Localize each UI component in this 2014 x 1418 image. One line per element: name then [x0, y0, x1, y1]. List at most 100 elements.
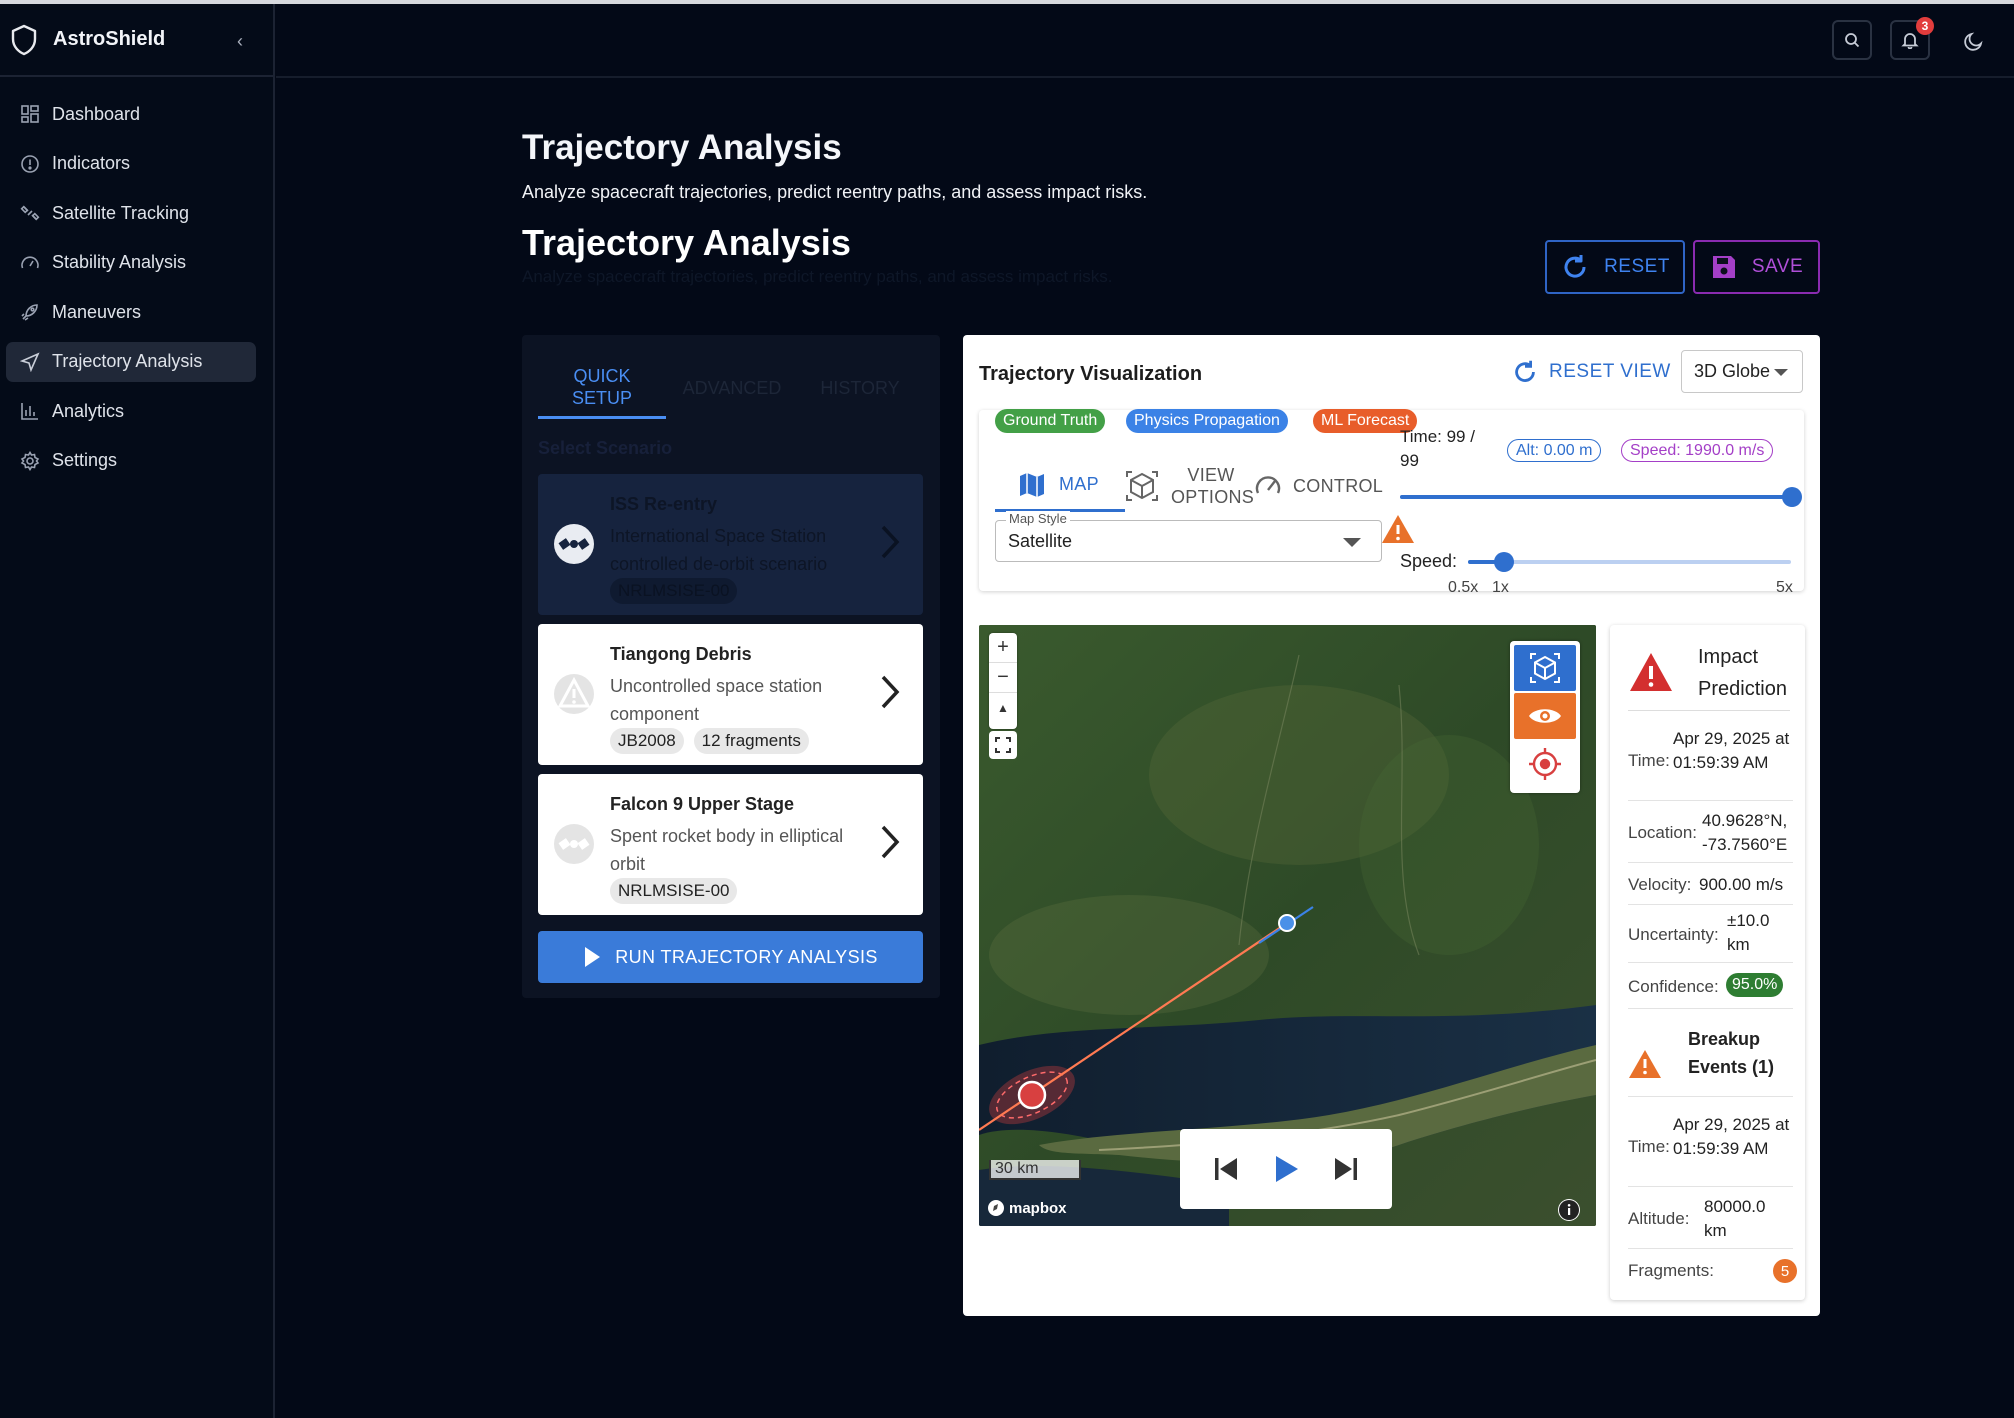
eye-icon[interactable]: [1514, 693, 1576, 739]
sidebar-item-maneuvers[interactable]: Maneuvers: [6, 292, 256, 332]
legend-physics-propagation: Physics Propagation: [1126, 409, 1288, 433]
warning-icon: [1382, 515, 1414, 543]
map-zoom-controls: + − ▲: [989, 633, 1017, 729]
view-mode-value: 3D Globe: [1694, 361, 1771, 381]
view-mode-select[interactable]: 3D Globe: [1681, 350, 1803, 393]
impact-uncertainty-row: Uncertainty: ±10.0 km: [1628, 909, 1793, 963]
reset-label: RESET: [1604, 256, 1670, 277]
model-chip: JB2008: [610, 728, 684, 754]
model-chip: NRLMSISE-00: [610, 578, 738, 604]
tab-history[interactable]: HISTORY: [796, 357, 924, 419]
target-icon[interactable]: [1514, 741, 1576, 787]
scenario-card-tiangong-debris[interactable]: Tiangong Debris Uncontrolled space stati…: [538, 624, 923, 765]
sidebar-item-label: Satellite Tracking: [52, 202, 190, 223]
map-icon: [1020, 472, 1044, 497]
legend-ground-truth: Ground Truth: [995, 409, 1106, 433]
skip-previous-icon[interactable]: [1212, 1156, 1240, 1182]
notification-count-badge: 3: [1916, 17, 1934, 35]
run-label: RUN TRAJECTORY ANALYSIS: [615, 946, 878, 967]
time-readout: Time: 99 / 99: [1400, 427, 1475, 470]
sidebar-item-stability-analysis[interactable]: Stability Analysis: [6, 243, 256, 283]
sidebar-item-satellite-tracking[interactable]: Satellite Tracking: [6, 193, 256, 233]
warning-icon: [554, 674, 594, 714]
speed-slider-track[interactable]: [1468, 560, 1791, 564]
impact-velocity-row: Velocity: 900.00 m/s: [1628, 869, 1793, 905]
satellite-map[interactable]: + − ▲ 30 km mapbox: [979, 625, 1596, 1226]
mapbox-icon: [988, 1200, 1004, 1216]
fragments-chip: 12 fragments: [693, 728, 809, 754]
model-chip: NRLMSISE-00: [610, 878, 738, 904]
sidebar-item-dashboard[interactable]: Dashboard: [6, 94, 256, 134]
zoom-out-icon[interactable]: −: [989, 663, 1017, 693]
search-button[interactable]: [1832, 20, 1872, 60]
sidebar-item-settings[interactable]: Settings: [6, 441, 256, 481]
gear-icon: [20, 450, 40, 471]
tab-map[interactable]: MAP: [995, 460, 1125, 512]
rocket-icon: [20, 302, 40, 322]
search-icon: [1845, 33, 1860, 48]
scenario-description: Spent rocket body in elliptical orbit: [610, 826, 844, 874]
scenario-card-falcon9-upper-stage[interactable]: Falcon 9 Upper Stage Spent rocket body i…: [538, 774, 923, 915]
fullscreen-icon[interactable]: [989, 731, 1017, 759]
app-name: AstroShield: [53, 28, 166, 50]
tab-advanced[interactable]: ADVANCED: [668, 357, 796, 419]
speed-slider-thumb[interactable]: [1493, 552, 1514, 572]
play-icon[interactable]: [1272, 1154, 1300, 1184]
map-tool-buttons: [1510, 641, 1580, 793]
scenario-panel: QUICK SETUP ADVANCED HISTORY Select Scen…: [522, 335, 940, 998]
scenario-description: Uncontrolled space station component: [610, 676, 823, 724]
moon-icon[interactable]: [1961, 28, 1987, 54]
tab-control[interactable]: CONTROL: [1253, 460, 1393, 512]
speed-chip: Speed: 1990.0 m/s: [1621, 439, 1774, 462]
dashboard-icon: [20, 104, 40, 124]
3d-view-icon[interactable]: [1514, 645, 1576, 691]
speedometer-icon: [1255, 476, 1281, 494]
floppy-disk-icon: [1712, 256, 1735, 278]
tab-quick-setup[interactable]: QUICK SETUP: [538, 357, 666, 419]
refresh-icon: [1515, 360, 1535, 382]
sidebar-item-label: Analytics: [52, 400, 125, 421]
reset-view-button[interactable]: RESET VIEW: [1511, 355, 1671, 389]
confidence-chip: 95.0%: [1726, 973, 1784, 997]
alert-circle-icon: [20, 154, 40, 174]
scenario-tabs: QUICK SETUP ADVANCED HISTORY: [538, 357, 924, 419]
impact-prediction-panel: Impact Prediction Time: Apr 29, 2025 at …: [1610, 625, 1805, 1300]
chevron-down-icon: [1774, 369, 1788, 376]
reset-button[interactable]: RESET: [1545, 240, 1685, 294]
scenario-card-iss-reentry[interactable]: ISS Re-entry International Space Station…: [538, 474, 923, 615]
refresh-icon: [1564, 255, 1586, 278]
tab-view-options[interactable]: VIEW OPTIONS: [1125, 460, 1255, 512]
collapse-sidebar-icon[interactable]: ‹: [230, 26, 250, 56]
section-subtitle: Analyze spacecraft trajectories, predict…: [522, 267, 1113, 286]
warning-icon: [1629, 1050, 1661, 1078]
save-button[interactable]: SAVE: [1693, 240, 1820, 294]
scenario-tags: NRLMSISE-00: [610, 578, 738, 604]
sidebar-item-indicators[interactable]: Indicators: [6, 144, 256, 184]
zoom-in-icon[interactable]: +: [989, 633, 1017, 663]
run-trajectory-analysis-button[interactable]: RUN TRAJECTORY ANALYSIS: [538, 931, 923, 983]
map-style-select[interactable]: Map Style Satellite: [995, 511, 1382, 562]
map-style-value: Satellite: [1008, 531, 1073, 551]
trajectory-visualization-panel: Trajectory Visualization RESET VIEW 3D G…: [963, 335, 1820, 1316]
bar-chart-icon: [20, 401, 40, 421]
skip-next-icon[interactable]: [1332, 1156, 1360, 1182]
top-header: 3: [276, 4, 2014, 78]
impact-title: Impact Prediction: [1698, 646, 1787, 700]
notifications-button[interactable]: 3: [1890, 17, 1934, 60]
fragments-badge: 5: [1773, 1259, 1797, 1283]
current-position-marker[interactable]: [1278, 914, 1296, 932]
impact-point-marker[interactable]: [1017, 1080, 1047, 1110]
time-slider-thumb[interactable]: [1782, 487, 1802, 507]
send-icon: [20, 351, 40, 372]
sidebar-nav: Dashboard Indicators Satellite Tracking …: [6, 94, 256, 490]
viz-title: Trajectory Visualization: [979, 363, 1203, 385]
scenario-description: International Space Station controlled d…: [610, 526, 828, 574]
sidebar-item-trajectory-analysis[interactable]: Trajectory Analysis: [6, 341, 256, 382]
satellite-icon: [554, 824, 594, 864]
info-icon[interactable]: [1558, 1199, 1580, 1221]
chevron-right-icon: [881, 525, 900, 559]
mapbox-logo: mapbox: [987, 1199, 1067, 1217]
sidebar-item-analytics[interactable]: Analytics: [6, 391, 256, 431]
compass-icon[interactable]: ▲: [989, 693, 1017, 723]
warning-icon: [1630, 653, 1672, 691]
